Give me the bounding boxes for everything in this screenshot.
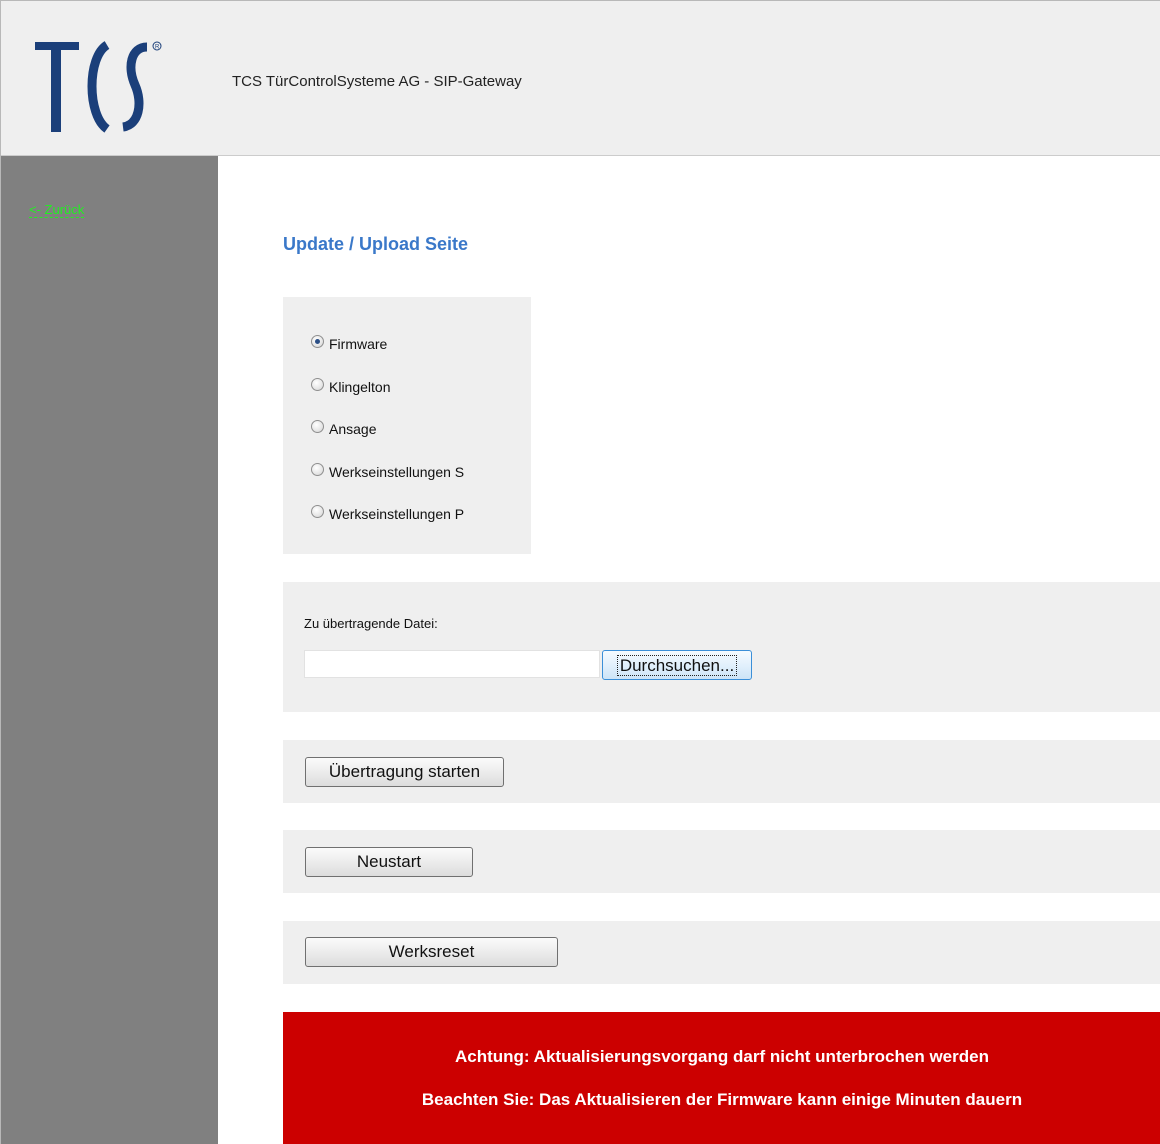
radio-button[interactable] bbox=[311, 377, 324, 391]
restart-panel: Neustart bbox=[283, 830, 1160, 893]
restart-button[interactable]: Neustart bbox=[305, 847, 473, 877]
header-title: TCS TürControlSysteme AG - SIP-Gateway bbox=[232, 73, 522, 90]
svg-text:R: R bbox=[155, 45, 160, 51]
browse-button[interactable]: Durchsuchen... bbox=[602, 650, 752, 680]
radio-option-werkseinstellungen-s[interactable]: Werkseinstellungen S bbox=[311, 462, 465, 481]
radio-button[interactable] bbox=[311, 504, 324, 518]
radio-option-ansage[interactable]: Ansage bbox=[311, 419, 377, 438]
warning-line-1: Achtung: Aktualisierungsvorgang darf nic… bbox=[455, 1047, 989, 1066]
file-label: Zu übertragende Datei: bbox=[304, 616, 438, 631]
warning-line-2: Beachten Sie: Das Aktualisieren der Firm… bbox=[421, 1090, 1023, 1109]
radio-button[interactable] bbox=[311, 462, 324, 476]
radio-option-werkseinstellungen-p[interactable]: Werkseinstellungen P bbox=[311, 504, 465, 523]
radio-option-firmware[interactable]: Firmware bbox=[311, 334, 388, 353]
factory-reset-panel: Werksreset bbox=[283, 921, 1160, 984]
warning-banner: Achtung: Aktualisierungsvorgang darf nic… bbox=[283, 1012, 1160, 1144]
radio-label: Ansage bbox=[329, 421, 377, 437]
radio-button-checked[interactable] bbox=[311, 334, 324, 348]
file-path-input[interactable] bbox=[304, 650, 600, 678]
sidebar: <- Zurück bbox=[1, 156, 218, 1144]
tcs-logo: R bbox=[35, 41, 162, 133]
start-transfer-panel: Übertragung starten bbox=[283, 740, 1160, 803]
browse-button-label: Durchsuchen... bbox=[616, 654, 738, 676]
radio-label: Werkseinstellungen P bbox=[329, 506, 465, 522]
back-link[interactable]: <- Zurück bbox=[29, 202, 85, 218]
radio-label: Klingelton bbox=[329, 379, 391, 395]
file-upload-panel: Zu übertragende Datei: Durchsuchen... bbox=[283, 582, 1160, 712]
main-content: Update / Upload Seite Firmware Klingelto… bbox=[218, 156, 1160, 1144]
radio-label: Werkseinstellungen S bbox=[329, 464, 465, 480]
upload-type-group: Firmware Klingelton Ansage Werkseinstell… bbox=[283, 297, 531, 554]
radio-label: Firmware bbox=[329, 336, 388, 352]
factory-reset-button[interactable]: Werksreset bbox=[305, 937, 558, 967]
radio-option-klingelton[interactable]: Klingelton bbox=[311, 377, 391, 396]
radio-button[interactable] bbox=[311, 419, 324, 433]
page: R TCS TürControlSysteme AG - SIP-Gateway… bbox=[0, 0, 1160, 1144]
page-title: Update / Upload Seite bbox=[283, 234, 469, 254]
header: R TCS TürControlSysteme AG - SIP-Gateway bbox=[1, 1, 1160, 156]
start-transfer-button[interactable]: Übertragung starten bbox=[305, 757, 504, 787]
